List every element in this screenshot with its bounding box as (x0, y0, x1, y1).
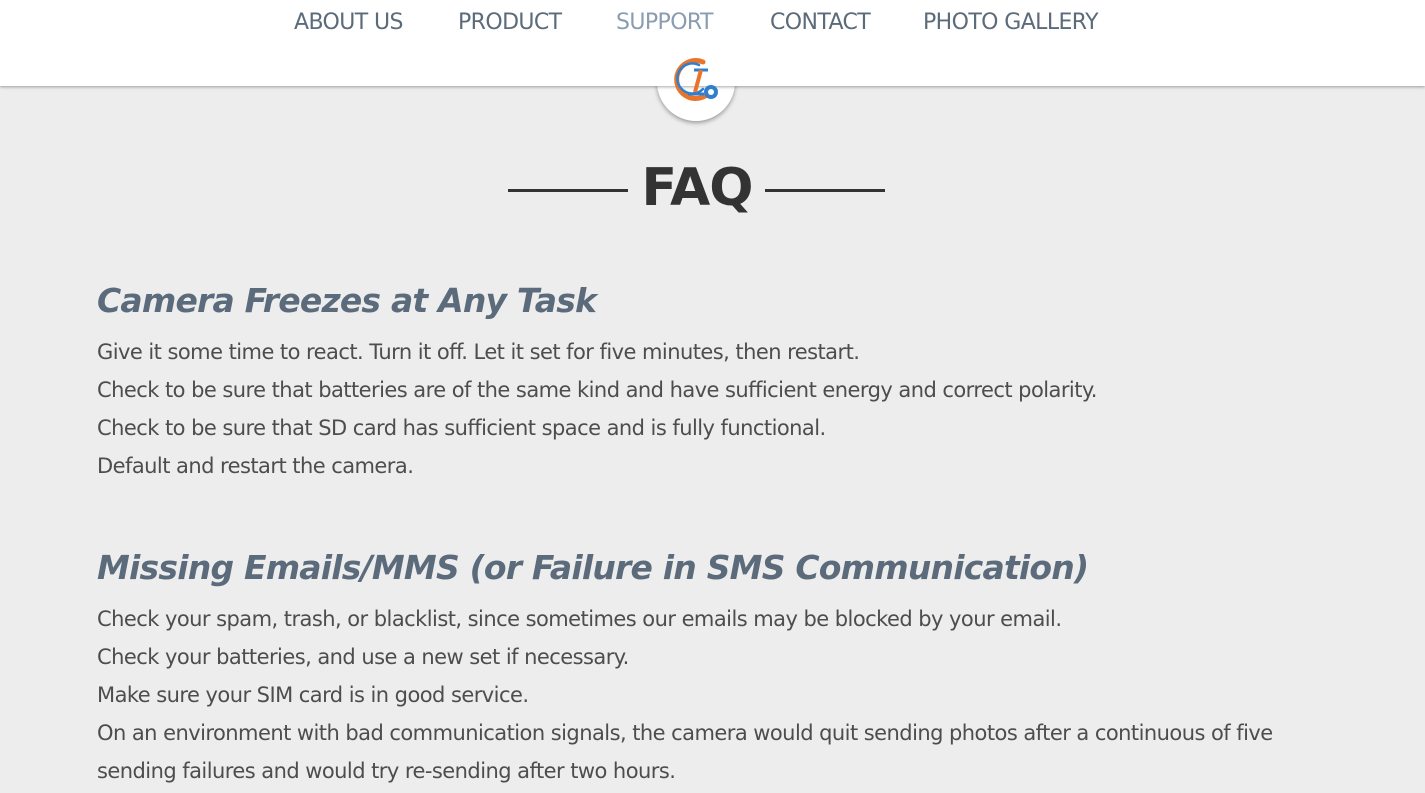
page-title: FAQ (641, 158, 753, 218)
camera-brand-logo-icon[interactable] (670, 56, 722, 106)
faq-answer-list: Give it some time to react. Turn it off.… (97, 333, 1317, 485)
faq-answer-line: Default and restart the camera. (97, 454, 414, 478)
faq-answer-line: Make sure your SIM card is in good servi… (97, 683, 529, 707)
title-divider-left (508, 189, 628, 192)
nav-item-product[interactable]: PRODUCT (458, 10, 562, 35)
page-title-block: FAQ (0, 158, 1425, 224)
faq-answer-line: On an environment with bad communication… (97, 721, 1273, 783)
nav-item-support[interactable]: SUPPORT (616, 10, 713, 35)
title-divider-right (765, 189, 885, 192)
faq-answer-line: Check to be sure that batteries are of t… (97, 378, 1097, 402)
faq-section: Missing Emails/MMS (or Failure in SMS Co… (97, 548, 1317, 790)
faq-answer-line: Check to be sure that SD card has suffic… (97, 416, 826, 440)
faq-question: Camera Freezes at Any Task (97, 281, 597, 320)
faq-section: Camera Freezes at Any Task Give it some … (97, 281, 1317, 485)
nav-item-photo-gallery[interactable]: PHOTO GALLERY (923, 10, 1099, 35)
faq-answer-line: Check your batteries, and use a new set … (97, 645, 629, 669)
faq-question: Missing Emails/MMS (or Failure in SMS Co… (97, 548, 1089, 587)
faq-answer-line: Check your spam, trash, or blacklist, si… (97, 607, 1062, 631)
nav-item-contact[interactable]: CONTACT (770, 10, 871, 35)
faq-answer-line: Give it some time to react. Turn it off.… (97, 340, 860, 364)
faq-answer-list: Check your spam, trash, or blacklist, si… (97, 600, 1317, 790)
nav-item-about-us[interactable]: ABOUT US (294, 10, 403, 35)
